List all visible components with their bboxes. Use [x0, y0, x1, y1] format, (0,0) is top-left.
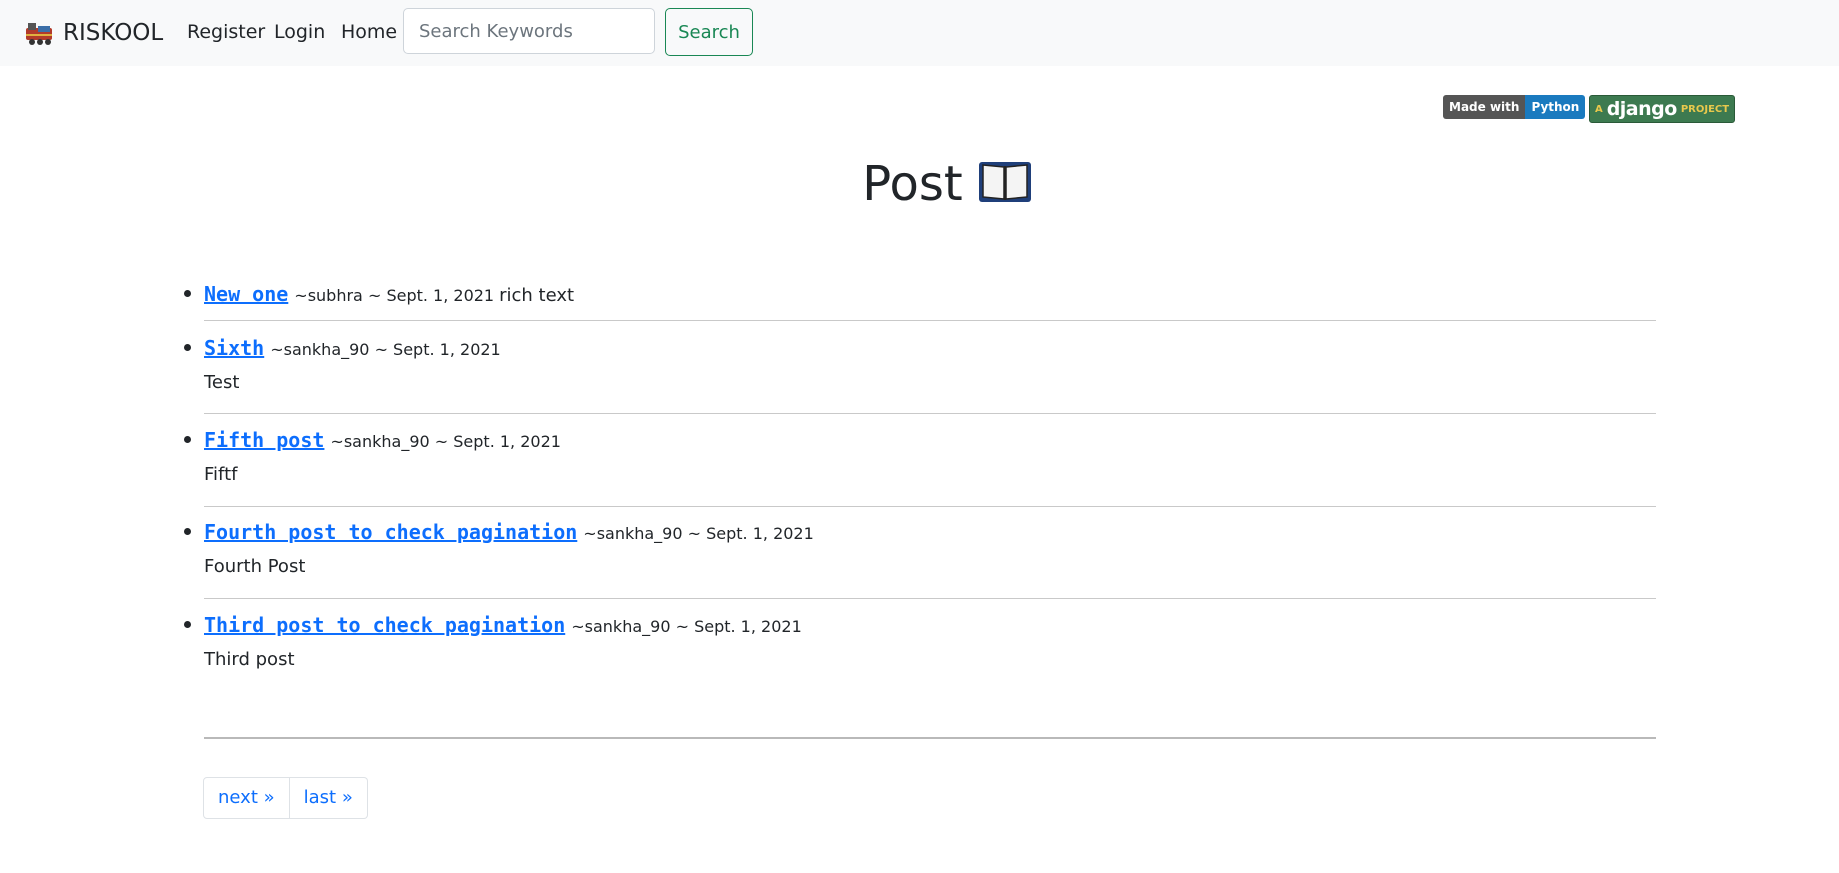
list-item: Fifth post ~sankha_90 ~ Sept. 1, 2021 Fif… — [184, 427, 1656, 488]
next-page-link[interactable]: next » — [203, 777, 290, 819]
post-meta: ~subhra ~ Sept. 1, 2021 — [294, 286, 495, 305]
nav-login-link[interactable]: Login — [274, 20, 325, 44]
last-page-link[interactable]: last » — [289, 777, 368, 819]
open-book-icon — [978, 162, 1031, 202]
post-body: Third post — [204, 649, 295, 670]
navbar: RISKOOL Register Login Home Search — [0, 0, 1839, 66]
page-title-text: Post — [862, 156, 963, 212]
post-title-link[interactable]: Fifth post — [204, 428, 324, 452]
post-title-link[interactable]: Sixth — [204, 336, 264, 360]
django-badge-logo: django — [1606, 98, 1678, 120]
django-project-badge: A django PROJECT — [1589, 95, 1735, 123]
divider — [204, 506, 1656, 507]
python-badge-right: Python — [1525, 95, 1585, 119]
nav-register-link[interactable]: Register — [187, 20, 265, 44]
post-body: Fourth Post — [204, 556, 306, 577]
divider — [204, 737, 1656, 739]
brand-link[interactable]: RISKOOL — [25, 19, 163, 47]
bullet — [184, 621, 191, 628]
bullet — [184, 344, 191, 351]
post-meta: ~sankha_90 ~ Sept. 1, 2021 — [571, 617, 802, 636]
bullet — [184, 290, 191, 297]
post-body: Fiftf — [204, 464, 238, 485]
post-meta: ~sankha_90 ~ Sept. 1, 2021 — [270, 340, 501, 359]
post-header: Sixth ~sankha_90 ~ Sept. 1, 2021 — [204, 335, 1656, 363]
made-with-python-badge: Made with Python — [1443, 95, 1585, 119]
django-badge-project: PROJECT — [1680, 103, 1730, 115]
nav-home-link[interactable]: Home — [341, 20, 397, 44]
post-body: rich text — [499, 285, 575, 306]
post-header: Fourth post to check pagination ~sankha_9… — [204, 519, 1656, 547]
list-item: Sixth ~sankha_90 ~ Sept. 1, 2021 Test — [184, 335, 1656, 396]
post-title-link[interactable]: New one — [204, 282, 288, 306]
post-meta: ~sankha_90 ~ Sept. 1, 2021 — [330, 432, 561, 451]
django-badge-a: A — [1594, 103, 1603, 115]
post-meta: ~sankha_90 ~ Sept. 1, 2021 — [583, 524, 814, 543]
post-title-link[interactable]: Third post to check pagination — [204, 613, 565, 637]
post-body: Test — [204, 372, 240, 393]
python-badge-left: Made with — [1443, 95, 1526, 119]
brand-name: RISKOOL — [63, 20, 164, 46]
search-button[interactable]: Search — [665, 8, 753, 56]
list-item: Fourth post to check pagination ~sankha_9… — [184, 519, 1656, 580]
bullet — [184, 528, 191, 535]
list-item: New one ~subhra ~ Sept. 1, 2021 rich text — [184, 281, 1656, 309]
post-header: Fifth post ~sankha_90 ~ Sept. 1, 2021 — [204, 427, 1656, 455]
bullet — [184, 436, 191, 443]
pagination: next » last » — [203, 777, 368, 819]
list-item: Third post to check pagination ~sankha_90… — [184, 612, 1656, 673]
divider — [204, 413, 1656, 414]
page-title: Post — [0, 155, 1839, 213]
divider — [204, 320, 1656, 321]
divider — [204, 598, 1656, 599]
search-input[interactable] — [403, 8, 655, 54]
post-header: New one ~subhra ~ Sept. 1, 2021 rich text — [204, 281, 1656, 309]
post-header: Third post to check pagination ~sankha_90… — [204, 612, 1656, 640]
post-title-link[interactable]: Fourth post to check pagination — [204, 520, 577, 544]
train-icon — [26, 23, 52, 45]
